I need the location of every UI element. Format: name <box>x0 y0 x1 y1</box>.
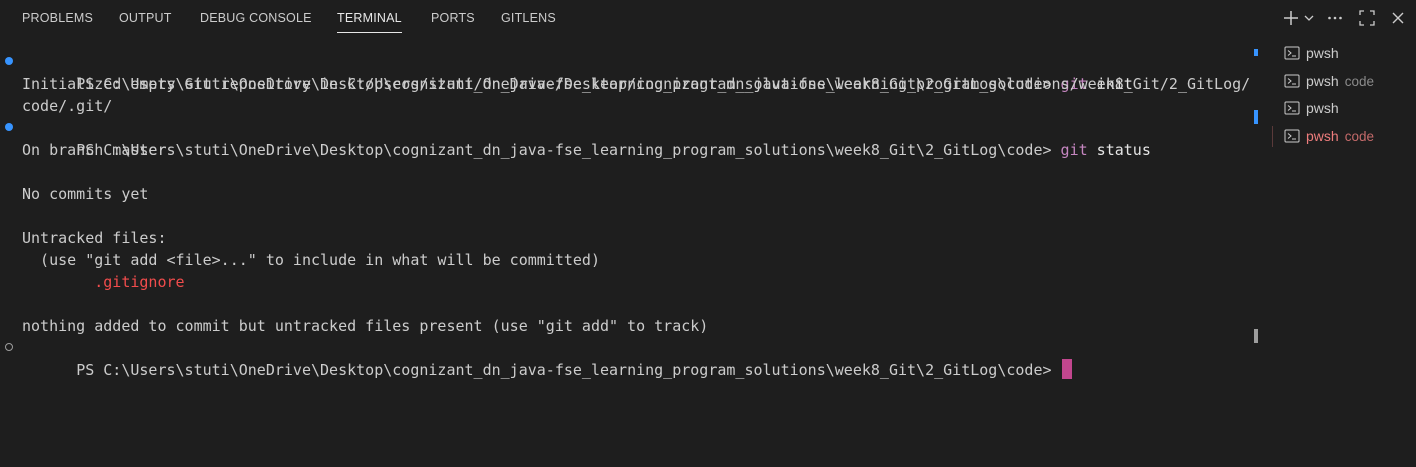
plus-icon[interactable] <box>1282 9 1300 27</box>
command-success-decoration[interactable] <box>5 57 13 65</box>
terminal-line-prompt: PS C:\Users\stuti\OneDrive\Desktop\cogni… <box>0 337 1250 379</box>
untracked-file: .gitignore <box>22 273 185 291</box>
chevron-down-icon[interactable] <box>1303 9 1315 27</box>
tab-debug-console[interactable]: DEBUG CONSOLE <box>200 0 312 36</box>
terminal-line: Untracked files: <box>22 229 167 247</box>
close-icon[interactable] <box>1389 9 1407 27</box>
terminal-line: (use "git add <file>..." to include in w… <box>22 251 600 269</box>
terminal-line: nothing added to commit but untracked fi… <box>22 317 709 335</box>
terminal-tab-item-active[interactable]: pwsh code <box>1272 123 1416 151</box>
terminal-cursor <box>1061 359 1072 379</box>
tab-terminal[interactable]: TERMINAL <box>337 0 402 36</box>
command-pending-decoration <box>5 343 13 351</box>
command-success-decoration[interactable] <box>5 123 13 131</box>
tab-ports[interactable]: PORTS <box>431 0 475 36</box>
terminal-icon <box>1284 98 1300 126</box>
scrollbar-mark <box>1254 49 1258 56</box>
scrollbar-mark <box>1254 329 1258 343</box>
terminal-tab-item[interactable]: pwsh <box>1272 40 1416 68</box>
terminal-line: On branch master <box>22 141 167 159</box>
terminal-tab-item[interactable]: pwsh <box>1272 95 1416 123</box>
maximize-icon[interactable] <box>1358 9 1376 27</box>
terminal-panel: PROBLEMS OUTPUT DEBUG CONSOLE TERMINAL P… <box>0 0 1416 467</box>
terminal-line-command: PS C:\Users\stuti\OneDrive\Desktop\cogni… <box>0 51 1250 93</box>
panel-tab-bar: PROBLEMS OUTPUT DEBUG CONSOLE TERMINAL P… <box>0 0 1416 36</box>
terminal-icon <box>1284 126 1300 154</box>
terminal-line: code/.git/ <box>22 97 113 115</box>
terminal-tab-item[interactable]: pwsh code <box>1272 68 1416 96</box>
terminal-icon <box>1284 43 1300 71</box>
tab-output[interactable]: OUTPUT <box>119 0 172 36</box>
terminal-line: No commits yet <box>22 185 149 203</box>
panel-actions <box>1266 0 1416 36</box>
prompt: PS C:\Users\stuti\OneDrive\Desktop\cogni… <box>76 361 1061 379</box>
ellipsis-icon[interactable] <box>1326 9 1344 27</box>
terminal-tabs-list: pwsh pwsh code pwsh pwsh code <box>1272 40 1416 150</box>
terminal-output[interactable]: PS C:\Users\stuti\OneDrive\Desktop\cogni… <box>0 51 1251 379</box>
terminal-line: Initialized empty Git repository in C:/U… <box>22 75 1251 93</box>
scrollbar-mark <box>1254 110 1258 124</box>
terminal-icon <box>1284 71 1300 99</box>
terminal-line-command: PS C:\Users\stuti\OneDrive\Desktop\cogni… <box>0 117 1250 159</box>
tab-problems[interactable]: PROBLEMS <box>22 0 93 36</box>
tab-gitlens[interactable]: GITLENS <box>501 0 556 36</box>
